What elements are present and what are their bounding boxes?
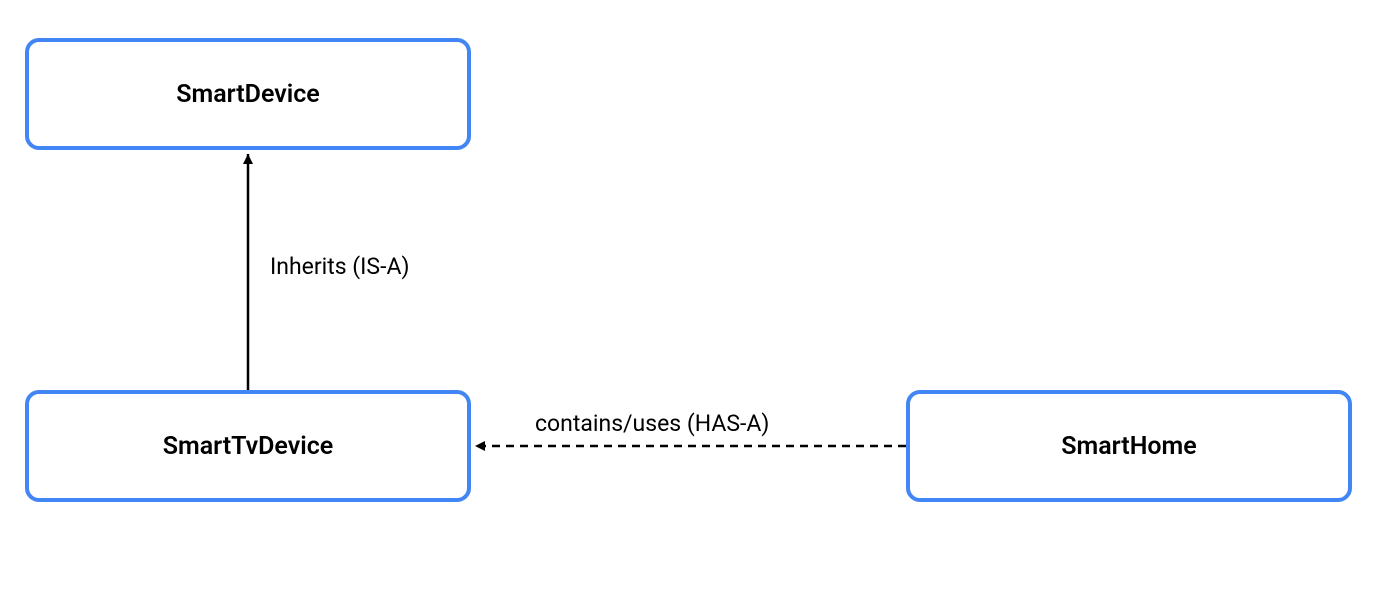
contains-label: contains/uses (HAS-A) [535, 410, 769, 437]
contains-arrow [0, 0, 1377, 593]
